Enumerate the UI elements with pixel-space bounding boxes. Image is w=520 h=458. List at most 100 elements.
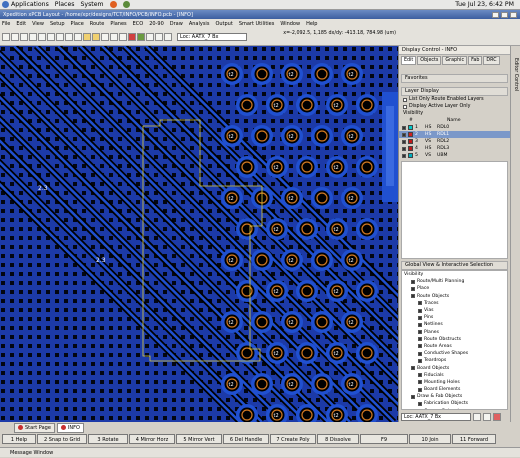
menu-analysis[interactable]: Analysis — [189, 21, 210, 27]
menu-draw[interactable]: Draw — [170, 21, 183, 27]
tree-checkbox[interactable] — [418, 373, 422, 378]
tree-item[interactable]: Mounting Holes — [404, 379, 507, 386]
display-active-layer-option[interactable]: Display Active Layer Only — [399, 103, 510, 110]
redo-icon[interactable] — [47, 32, 55, 41]
tree-item[interactable]: Draw & Fab Objects — [404, 393, 507, 400]
tree-item[interactable]: Teardrops — [404, 357, 507, 364]
grid-icon[interactable] — [155, 32, 163, 41]
tree-item[interactable]: Visibility — [404, 271, 507, 278]
layer-color-swatch[interactable] — [408, 125, 413, 130]
tree-checkbox[interactable] — [411, 279, 415, 284]
list-route-enabled-option[interactable]: List Only Route Enabled Layers — [399, 96, 510, 103]
tab-objects[interactable]: Objects — [417, 56, 442, 65]
tree-checkbox[interactable] — [418, 301, 422, 306]
menu-edit[interactable]: Edit — [16, 21, 26, 27]
scheme-select[interactable]: Loc: AATX_7 Bx — [401, 413, 471, 421]
zoom-out-icon[interactable] — [110, 32, 118, 41]
layer-display-section[interactable]: Layer Display — [401, 87, 508, 96]
layer-color-swatch[interactable] — [408, 139, 413, 144]
menu-smart-utilities[interactable]: Smart Utilities — [239, 21, 275, 27]
tree-item[interactable]: Copper Balancing — [404, 408, 507, 410]
delete-scheme-icon[interactable] — [493, 413, 501, 421]
tree-item[interactable]: Netlines — [404, 321, 507, 328]
layer-visible-checkbox[interactable] — [402, 146, 406, 151]
open-icon[interactable] — [11, 32, 19, 41]
tree-checkbox[interactable] — [418, 409, 422, 410]
tree-item[interactable]: Traces — [404, 300, 507, 307]
tree-item[interactable]: Board Objects — [404, 364, 507, 371]
tree-item[interactable]: Vias — [404, 307, 507, 314]
tree-item[interactable]: Conductive Shapes — [404, 350, 507, 357]
firefox-icon[interactable] — [109, 1, 117, 8]
tree-item[interactable]: Planes — [404, 329, 507, 336]
tree-checkbox[interactable] — [418, 315, 422, 320]
tree-checkbox[interactable] — [411, 286, 415, 291]
maximize-button[interactable] — [501, 11, 508, 18]
menu-planes[interactable]: Planes — [110, 21, 126, 27]
tree-item[interactable]: Board Elements — [404, 386, 507, 393]
tab-info[interactable]: INFO — [56, 422, 84, 433]
tree-item[interactable]: Route/Multi Planning — [404, 278, 507, 285]
menu-setup[interactable]: Setup — [50, 21, 65, 27]
layer-row[interactable]: 4 HS RDL3 — [399, 145, 510, 152]
menu-eco[interactable]: ECO — [133, 21, 144, 27]
fkey-f9[interactable]: F9 — [360, 434, 408, 444]
layer-visible-checkbox[interactable] — [402, 132, 406, 137]
checkbox[interactable] — [403, 104, 407, 109]
measure-icon[interactable] — [146, 32, 154, 41]
tab-drc[interactable]: DRC — [483, 56, 500, 65]
tree-item[interactable]: Pins — [404, 314, 507, 321]
tab-start-page[interactable]: Start Page — [14, 422, 55, 433]
launcher-icon[interactable] — [122, 1, 130, 8]
tree-checkbox[interactable] — [411, 394, 415, 399]
layer-color-swatch[interactable] — [408, 153, 413, 158]
print-icon[interactable] — [29, 32, 37, 41]
layer-visible-checkbox[interactable] — [402, 153, 406, 158]
plane-icon[interactable] — [137, 32, 145, 41]
tree-item[interactable]: Route Objects — [404, 293, 507, 300]
tree-checkbox[interactable] — [418, 380, 422, 385]
copy-scheme-icon[interactable] — [483, 413, 491, 421]
select-icon[interactable] — [83, 32, 91, 41]
tree-checkbox[interactable] — [411, 366, 415, 371]
tree-checkbox[interactable] — [418, 322, 422, 327]
tree-item[interactable]: Route Areas — [404, 343, 507, 350]
layer-visible-checkbox[interactable] — [402, 125, 406, 130]
global-view-section[interactable]: Global View & Interactive Selection — [401, 261, 508, 270]
clock[interactable]: Tue Jul 23, 6:42 PM — [455, 1, 514, 8]
tree-checkbox[interactable] — [418, 344, 422, 349]
fkey-create-poly[interactable]: 7 Create Poly — [270, 434, 316, 444]
menu-help[interactable]: Help — [306, 21, 317, 27]
tree-item[interactable]: Fabrication Objects — [404, 400, 507, 407]
tree-checkbox[interactable] — [418, 358, 422, 363]
route-icon[interactable] — [92, 32, 100, 41]
tree-checkbox[interactable] — [411, 294, 415, 299]
tree-item[interactable]: Fiducials — [404, 372, 507, 379]
checkbox[interactable] — [403, 97, 407, 102]
menu-2090[interactable]: 20-90 — [149, 21, 164, 27]
layer-row[interactable]: 2 HS RDL1 — [399, 131, 510, 138]
tab-graphic[interactable]: Graphic — [442, 56, 468, 65]
tree-checkbox[interactable] — [418, 401, 422, 406]
gnome-menu-places[interactable]: Places — [55, 1, 75, 8]
layer-color-swatch[interactable] — [408, 132, 413, 137]
message-window-bar[interactable]: Message Window — [0, 447, 520, 457]
fkey-join[interactable]: 10 Join — [409, 434, 451, 444]
fkey-forward[interactable]: 11 Forward — [452, 434, 496, 444]
tab-fab[interactable]: Fab — [468, 56, 483, 65]
fkey-help[interactable]: 1 Help — [2, 434, 36, 444]
tree-checkbox[interactable] — [418, 308, 422, 313]
tree-checkbox[interactable] — [418, 351, 422, 356]
gnome-menu-system[interactable]: System — [80, 1, 103, 8]
menu-window[interactable]: Window — [280, 21, 300, 27]
save-scheme-icon[interactable] — [473, 413, 481, 421]
menu-view[interactable]: View — [32, 21, 44, 27]
layer-color-swatch[interactable] — [408, 146, 413, 151]
tree-checkbox[interactable] — [418, 330, 422, 335]
fkey-snap-to-grid[interactable]: 2 Snap to Grid — [37, 434, 87, 444]
layer-visible-checkbox[interactable] — [402, 139, 406, 144]
editor-control-strip[interactable]: Editor Control — [510, 46, 520, 422]
layer-row[interactable]: 5 VS UBM — [399, 152, 510, 159]
tree-item[interactable]: Route Obstructs — [404, 336, 507, 343]
layer-icon[interactable] — [164, 32, 172, 41]
